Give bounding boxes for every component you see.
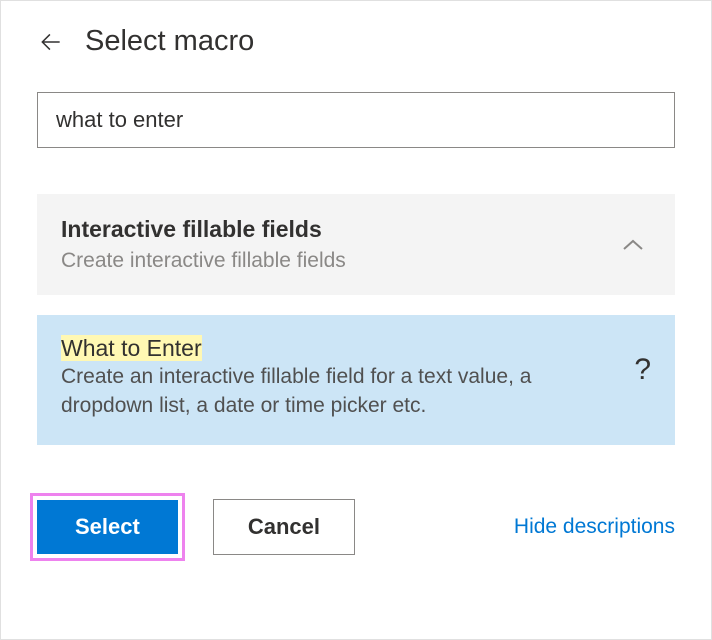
macro-item[interactable]: What to Enter Create an interactive fill… [37, 315, 675, 445]
macro-title: What to Enter [61, 335, 202, 361]
select-button-highlight: Select [30, 493, 185, 561]
hide-descriptions-link[interactable]: Hide descriptions [514, 515, 675, 539]
macro-text: What to Enter Create an interactive fill… [61, 335, 634, 421]
dialog-footer: Select Cancel Hide descriptions [1, 493, 711, 561]
macro-title-wrap: What to Enter [61, 335, 622, 362]
dialog-header: Select macro [37, 25, 675, 58]
chevron-up-icon[interactable] [615, 227, 651, 263]
category-row[interactable]: Interactive fillable fields Create inter… [37, 194, 675, 295]
macro-description: Create an interactive fillable field for… [61, 362, 622, 421]
category-text: Interactive fillable fields Create inter… [61, 216, 615, 273]
help-icon[interactable]: ? [634, 335, 651, 387]
back-arrow-icon[interactable] [37, 28, 65, 56]
select-button[interactable]: Select [37, 500, 178, 554]
category-description: Create interactive fillable fields [61, 249, 615, 273]
dialog-body: Select macro Interactive fillable fields… [1, 1, 711, 445]
dialog-title: Select macro [85, 25, 254, 58]
cancel-button[interactable]: Cancel [213, 499, 355, 555]
search-input[interactable] [37, 92, 675, 148]
category-title: Interactive fillable fields [61, 216, 615, 243]
